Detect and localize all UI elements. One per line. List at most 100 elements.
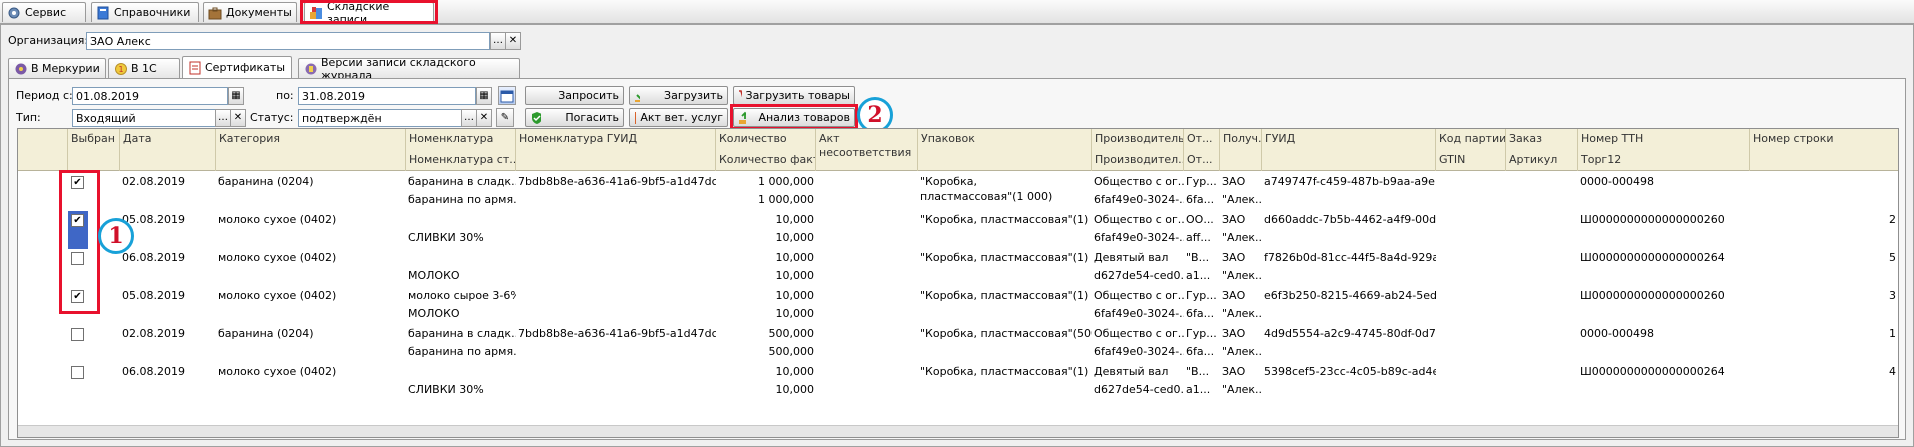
cell-category: молоко сухое (0402)	[218, 251, 337, 264]
period-calendar-icon	[500, 90, 514, 102]
tab-versions[interactable]: Версии записи складского журнала	[298, 56, 520, 82]
table-row[interactable]: 06.08.2019 молоко сухое (0402) МОЛОКО 10,00…	[18, 249, 1898, 287]
cell-prod1: Общество с ог...	[1094, 213, 1184, 226]
vet-act-button[interactable]: Акт вет. услуг	[629, 108, 728, 127]
col-package[interactable]: Упаковок	[918, 129, 1092, 171]
cell-qty: 1 000,000	[758, 175, 814, 188]
col-act-2: несоответствия	[816, 143, 918, 171]
period-select-button[interactable]	[498, 86, 516, 105]
table-row[interactable]: ✔ 05.08.2019 молоко сухое (0402) молоко сыр…	[18, 287, 1898, 325]
col-row-number[interactable]: Номер строки	[1750, 129, 1898, 171]
type-field[interactable]: Входящий	[72, 109, 216, 127]
table-row[interactable]: ✔ 05.08.2019 молоко сухое (0402) СЛИВКИ 30%…	[18, 211, 1898, 249]
row-select-checkbox[interactable]	[71, 252, 84, 265]
cell-package: "Коробка, пластмассовая"(500)	[920, 327, 1092, 340]
table-row[interactable]: 06.08.2019 молоко сухое (0402) СЛИВКИ 30% 1…	[18, 363, 1898, 401]
cell-qty: 500,000	[768, 327, 815, 340]
period-from-input[interactable]: 01.08.2019	[72, 87, 228, 105]
cell-qty: 10,000	[775, 289, 815, 302]
onec-icon: 1	[114, 62, 128, 76]
cell-qty-fact: 10,000	[775, 307, 815, 320]
cell-nom-guid	[516, 364, 716, 380]
cell-package: "Коробка, пластмассовая"(1)	[920, 213, 1089, 226]
cell-ttn: Ш0000000000000000264	[1580, 251, 1725, 264]
col-nomenclature-sub[interactable]: Номенклатура ст...	[406, 150, 516, 171]
col-recipient[interactable]: Получ...	[1220, 129, 1262, 171]
cell-category: молоко сухое (0402)	[218, 365, 337, 378]
cell-package: "Коробка, пластмассовая"(1)	[920, 251, 1089, 264]
col-torg12[interactable]: Торг12	[1578, 150, 1750, 171]
col-batch[interactable]: Код партии	[1436, 129, 1506, 150]
redeem-button[interactable]: Погасить	[525, 108, 624, 127]
col-nomenclature-guid[interactable]: Номенклатура ГУИД	[516, 129, 716, 171]
cell-nom2: МОЛОКО	[408, 307, 460, 320]
org-field[interactable]: ЗАО Алекс	[86, 32, 490, 50]
col-producer-sub[interactable]: Производител...	[1092, 150, 1184, 171]
table-row[interactable]: ✔ 02.08.2019 баранина (0204) баранина в сла…	[18, 173, 1898, 211]
load-goods-button[interactable]: Загрузить товары	[733, 86, 855, 105]
status-edit-button[interactable]: ✎	[496, 108, 514, 127]
cell-prod1: Общество с ог...	[1094, 289, 1184, 302]
row-select-checkbox[interactable]: ✔	[71, 176, 84, 189]
col-quantity-fact[interactable]: Количество факт	[716, 150, 816, 171]
row-select-checkbox[interactable]	[71, 366, 84, 379]
col-date[interactable]: Дата	[120, 129, 216, 171]
cell-from2: 6fa...	[1186, 307, 1215, 320]
cell-nom2: баранина по армя...	[408, 193, 516, 206]
col-order[interactable]: Заказ	[1506, 129, 1578, 150]
tab-documents[interactable]: Документы	[203, 2, 297, 22]
cell-date: 06.08.2019	[122, 251, 185, 264]
status-label: Статус:	[250, 111, 294, 124]
col-ttn[interactable]: Номер ТТН	[1578, 129, 1750, 150]
svg-text:?: ?	[533, 90, 534, 103]
analyze-goods-button[interactable]: Анализ товаров	[733, 108, 855, 127]
type-select-button[interactable]: …	[215, 109, 231, 127]
tab-directories[interactable]: Справочники	[91, 2, 199, 22]
status-clear-button[interactable]: ✕	[476, 109, 492, 127]
col-from[interactable]: От...	[1184, 129, 1220, 150]
period-to-calendar-button[interactable]: ▦	[476, 87, 492, 105]
cell-qty-fact: 1 000,000	[758, 193, 814, 206]
col-guid[interactable]: ГУИД	[1262, 129, 1436, 171]
tab-warehouse-records[interactable]: Складские записи	[304, 0, 434, 26]
cell-row-no: 5	[1889, 251, 1896, 264]
row-select-checkbox[interactable]: ✔	[71, 214, 84, 227]
status-field[interactable]: подтверждён	[298, 109, 462, 127]
col-selected[interactable]: Выбран	[68, 129, 120, 171]
type-clear-button[interactable]: ✕	[230, 109, 246, 127]
org-clear-button[interactable]: ✕	[505, 32, 521, 50]
cell-prod1: Девятый вал	[1094, 365, 1169, 378]
request-button[interactable]: ? Запросить	[525, 86, 624, 105]
col-quantity[interactable]: Количество	[716, 129, 816, 150]
calendar-icon: ▦	[231, 90, 241, 101]
cell-nom-guid	[516, 212, 716, 228]
cell-nom1	[406, 212, 516, 228]
cell-qty: 10,000	[775, 251, 815, 264]
col-nomenclature[interactable]: Номенклатура	[406, 129, 516, 150]
period-to-input[interactable]: 31.08.2019	[298, 87, 476, 105]
col-producer[interactable]: Производитель	[1092, 129, 1184, 150]
row-select-checkbox[interactable]: ✔	[71, 290, 84, 303]
gear-icon	[7, 6, 21, 20]
cell-nom1: баранина в сладк...	[408, 175, 516, 188]
mercury-icon	[14, 62, 28, 76]
tab-in-mercury[interactable]: В Меркурии	[8, 58, 106, 78]
col-gtin[interactable]: GTIN	[1436, 150, 1506, 171]
load-button[interactable]: Загрузить	[629, 86, 728, 105]
table-row[interactable]: 02.08.2019 баранина (0204) баранина в слад…	[18, 325, 1898, 363]
status-select-button[interactable]: …	[461, 109, 477, 127]
cell-rec2: "Алек...	[1222, 383, 1262, 396]
period-from-calendar-button[interactable]: ▦	[228, 87, 244, 105]
tab-in-1c[interactable]: 1 В 1С	[108, 58, 180, 78]
col-category[interactable]: Категория	[216, 129, 406, 171]
tab-certificates[interactable]: Сертификаты	[182, 56, 292, 78]
org-select-button[interactable]: …	[490, 32, 506, 50]
col-article[interactable]: Артикул	[1506, 150, 1578, 171]
cell-rec2: "Алек...	[1222, 345, 1262, 358]
horizontal-scrollbar[interactable]	[18, 425, 1898, 437]
row-select-checkbox[interactable]	[71, 328, 84, 341]
cell-nom2: СЛИВКИ 30%	[408, 383, 484, 396]
col-from-sub[interactable]: От...	[1184, 150, 1220, 171]
tab-service[interactable]: Сервис	[2, 2, 86, 22]
cell-guid: 4d9d5554-a2c9-4745-80df-0d7a...	[1264, 327, 1436, 340]
